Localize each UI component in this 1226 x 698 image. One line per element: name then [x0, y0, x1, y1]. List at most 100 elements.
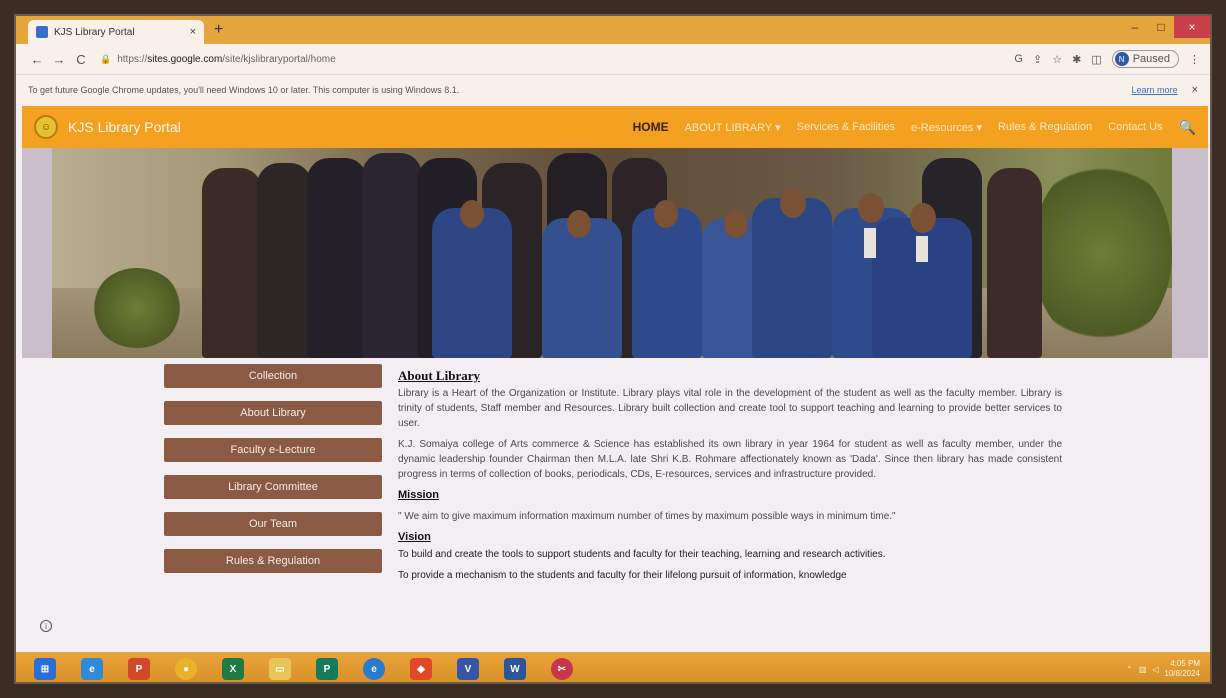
- visio-icon[interactable]: V: [447, 654, 489, 682]
- word-icon[interactable]: W: [494, 654, 536, 682]
- nav-services[interactable]: Services & Facilities: [797, 121, 895, 133]
- shirt-collar: [864, 228, 876, 258]
- tab-close-icon[interactable]: ×: [190, 26, 196, 38]
- plant-left: [92, 268, 182, 348]
- student-head: [654, 200, 678, 228]
- sidebar-item-about-library[interactable]: About Library: [164, 401, 382, 425]
- toolbar-icons: G ⇪ ☆ ✱ ◫ N Paused ⋮: [1014, 50, 1200, 68]
- clock-time: 4:05 PM: [1170, 659, 1200, 668]
- vision-heading: Vision: [398, 531, 431, 543]
- profile-button[interactable]: N Paused: [1111, 50, 1179, 68]
- clock-date: 10/8/2024: [1164, 669, 1200, 678]
- hero-image: [52, 148, 1172, 358]
- sidebar-item-rules-regulation[interactable]: Rules & Regulation: [164, 549, 382, 573]
- file-explorer-icon[interactable]: ▭: [259, 654, 301, 682]
- about-paragraph-1: Library is a Heart of the Organization o…: [398, 388, 1062, 429]
- sidebar-item-library-committee[interactable]: Library Committee: [164, 475, 382, 499]
- url-field[interactable]: 🔒 https:// sites.google.com /site/kjslib…: [100, 54, 336, 65]
- powerpoint-icon[interactable]: P: [118, 654, 160, 682]
- window-controls: – □ ×: [1122, 16, 1210, 40]
- menu-dots-icon[interactable]: ⋮: [1189, 53, 1200, 66]
- back-arrow-icon[interactable]: ←: [26, 52, 48, 67]
- windows-start-icon[interactable]: ⊞: [24, 654, 66, 682]
- student-figure: [257, 163, 312, 358]
- google-icon[interactable]: G: [1014, 53, 1023, 65]
- about-heading: About Library: [398, 368, 480, 383]
- nav-eresources[interactable]: e-Resources ▾: [911, 121, 982, 134]
- extensions-icon[interactable]: ✱: [1072, 53, 1081, 66]
- address-bar-row: ← → C 🔒 https:// sites.google.com /site/…: [16, 44, 1210, 74]
- tab-title: KJS Library Portal: [54, 26, 135, 38]
- internet-explorer-icon[interactable]: e: [71, 654, 113, 682]
- student-figure: [202, 168, 262, 358]
- maximize-button[interactable]: □: [1148, 16, 1174, 38]
- volume-icon[interactable]: ◁: [1152, 665, 1158, 674]
- browser-tab[interactable]: KJS Library Portal ×: [28, 20, 204, 44]
- update-infobar: To get future Google Chrome updates, you…: [16, 74, 1210, 104]
- url-prefix: https://: [117, 53, 148, 65]
- nav-home[interactable]: HOME: [633, 120, 669, 134]
- minimize-button[interactable]: –: [1122, 16, 1148, 38]
- avatar: N: [1114, 52, 1129, 66]
- hero-margin-right: [1172, 148, 1208, 358]
- mission-heading: Mission: [398, 489, 439, 501]
- browser-titlebar: KJS Library Portal × + – □ ×: [16, 16, 1210, 44]
- search-icon[interactable]: 🔍: [1179, 119, 1196, 136]
- student-head: [858, 193, 884, 223]
- close-window-button[interactable]: ×: [1174, 16, 1210, 38]
- shirt-collar: [916, 236, 928, 262]
- nav-contact[interactable]: Contact Us: [1108, 121, 1162, 133]
- student-head: [567, 210, 591, 238]
- anydesk-icon[interactable]: ◆: [400, 654, 442, 682]
- lock-icon: 🔒: [100, 53, 112, 64]
- system-tray: ⌃ ▥ ◁ 4:05 PM 10/8/2024: [1126, 659, 1210, 679]
- windows-taskbar: ⊞ e P ● X ▭ P e ◆ V W ✂ ⌃ ▥ ◁ 4:05 PM 10…: [16, 652, 1210, 682]
- sidebar-item-our-team[interactable]: Our Team: [164, 512, 382, 536]
- vision-paragraph-1: To build and create the tools to support…: [398, 549, 886, 560]
- plant-right: [1032, 158, 1172, 348]
- student-head: [724, 210, 748, 238]
- snip-icon[interactable]: ✂: [541, 654, 583, 682]
- about-paragraph-2: K.J. Somaiya college of Arts commerce & …: [398, 439, 1062, 480]
- info-icon[interactable]: i: [40, 620, 52, 632]
- tray-arrow-icon[interactable]: ⌃: [1126, 665, 1133, 674]
- site-nav: HOME ABOUT LIBRARY ▾ Services & Faciliti…: [633, 119, 1196, 136]
- student-figure: [752, 198, 832, 358]
- edge-icon[interactable]: e: [353, 654, 395, 682]
- clock[interactable]: 4:05 PM 10/8/2024: [1164, 659, 1200, 679]
- infobar-message: To get future Google Chrome updates, you…: [28, 84, 460, 95]
- site-header: ☺ KJS Library Portal HOME ABOUT LIBRARY …: [22, 106, 1208, 148]
- forward-arrow-icon[interactable]: →: [48, 52, 70, 67]
- new-tab-button[interactable]: +: [214, 21, 223, 39]
- share-icon[interactable]: ⇪: [1033, 53, 1042, 66]
- student-head: [910, 203, 936, 233]
- site-title[interactable]: KJS Library Portal: [68, 119, 181, 135]
- url-path: /site/kjslibraryportal/home: [222, 53, 336, 65]
- student-figure: [432, 208, 512, 358]
- student-head: [460, 200, 484, 228]
- student-figure: [542, 218, 622, 358]
- sidebar-item-collection[interactable]: Collection: [164, 364, 382, 388]
- nav-rules[interactable]: Rules & Regulation: [998, 121, 1092, 133]
- student-figure: [307, 158, 367, 358]
- screen-frame: KJS Library Portal × + – □ × ← → C 🔒 htt…: [14, 14, 1212, 684]
- main-content: About Library Library is a Heart of the …: [398, 368, 1062, 583]
- excel-icon[interactable]: X: [212, 654, 254, 682]
- learn-more-link[interactable]: Learn more: [1132, 85, 1178, 95]
- profile-status: Paused: [1132, 53, 1170, 65]
- publisher-icon[interactable]: P: [306, 654, 348, 682]
- student-figure: [362, 153, 422, 358]
- student-head: [780, 188, 806, 218]
- reload-icon[interactable]: C: [70, 52, 92, 67]
- sidebar-item-faculty-e-lecture[interactable]: Faculty e-Lecture: [164, 438, 382, 462]
- site-favicon-icon: [36, 26, 48, 38]
- network-icon[interactable]: ▥: [1139, 665, 1147, 674]
- vision-paragraph-2: To provide a mechanism to the students a…: [398, 570, 847, 581]
- student-figure: [632, 208, 702, 358]
- site-logo-icon[interactable]: ☺: [34, 115, 58, 139]
- infobar-close-icon[interactable]: ×: [1192, 84, 1198, 96]
- nav-about-library[interactable]: ABOUT LIBRARY ▾: [685, 121, 781, 134]
- bookmark-star-icon[interactable]: ☆: [1052, 53, 1062, 66]
- chrome-icon[interactable]: ●: [165, 654, 207, 682]
- sidepanel-icon[interactable]: ◫: [1091, 53, 1101, 66]
